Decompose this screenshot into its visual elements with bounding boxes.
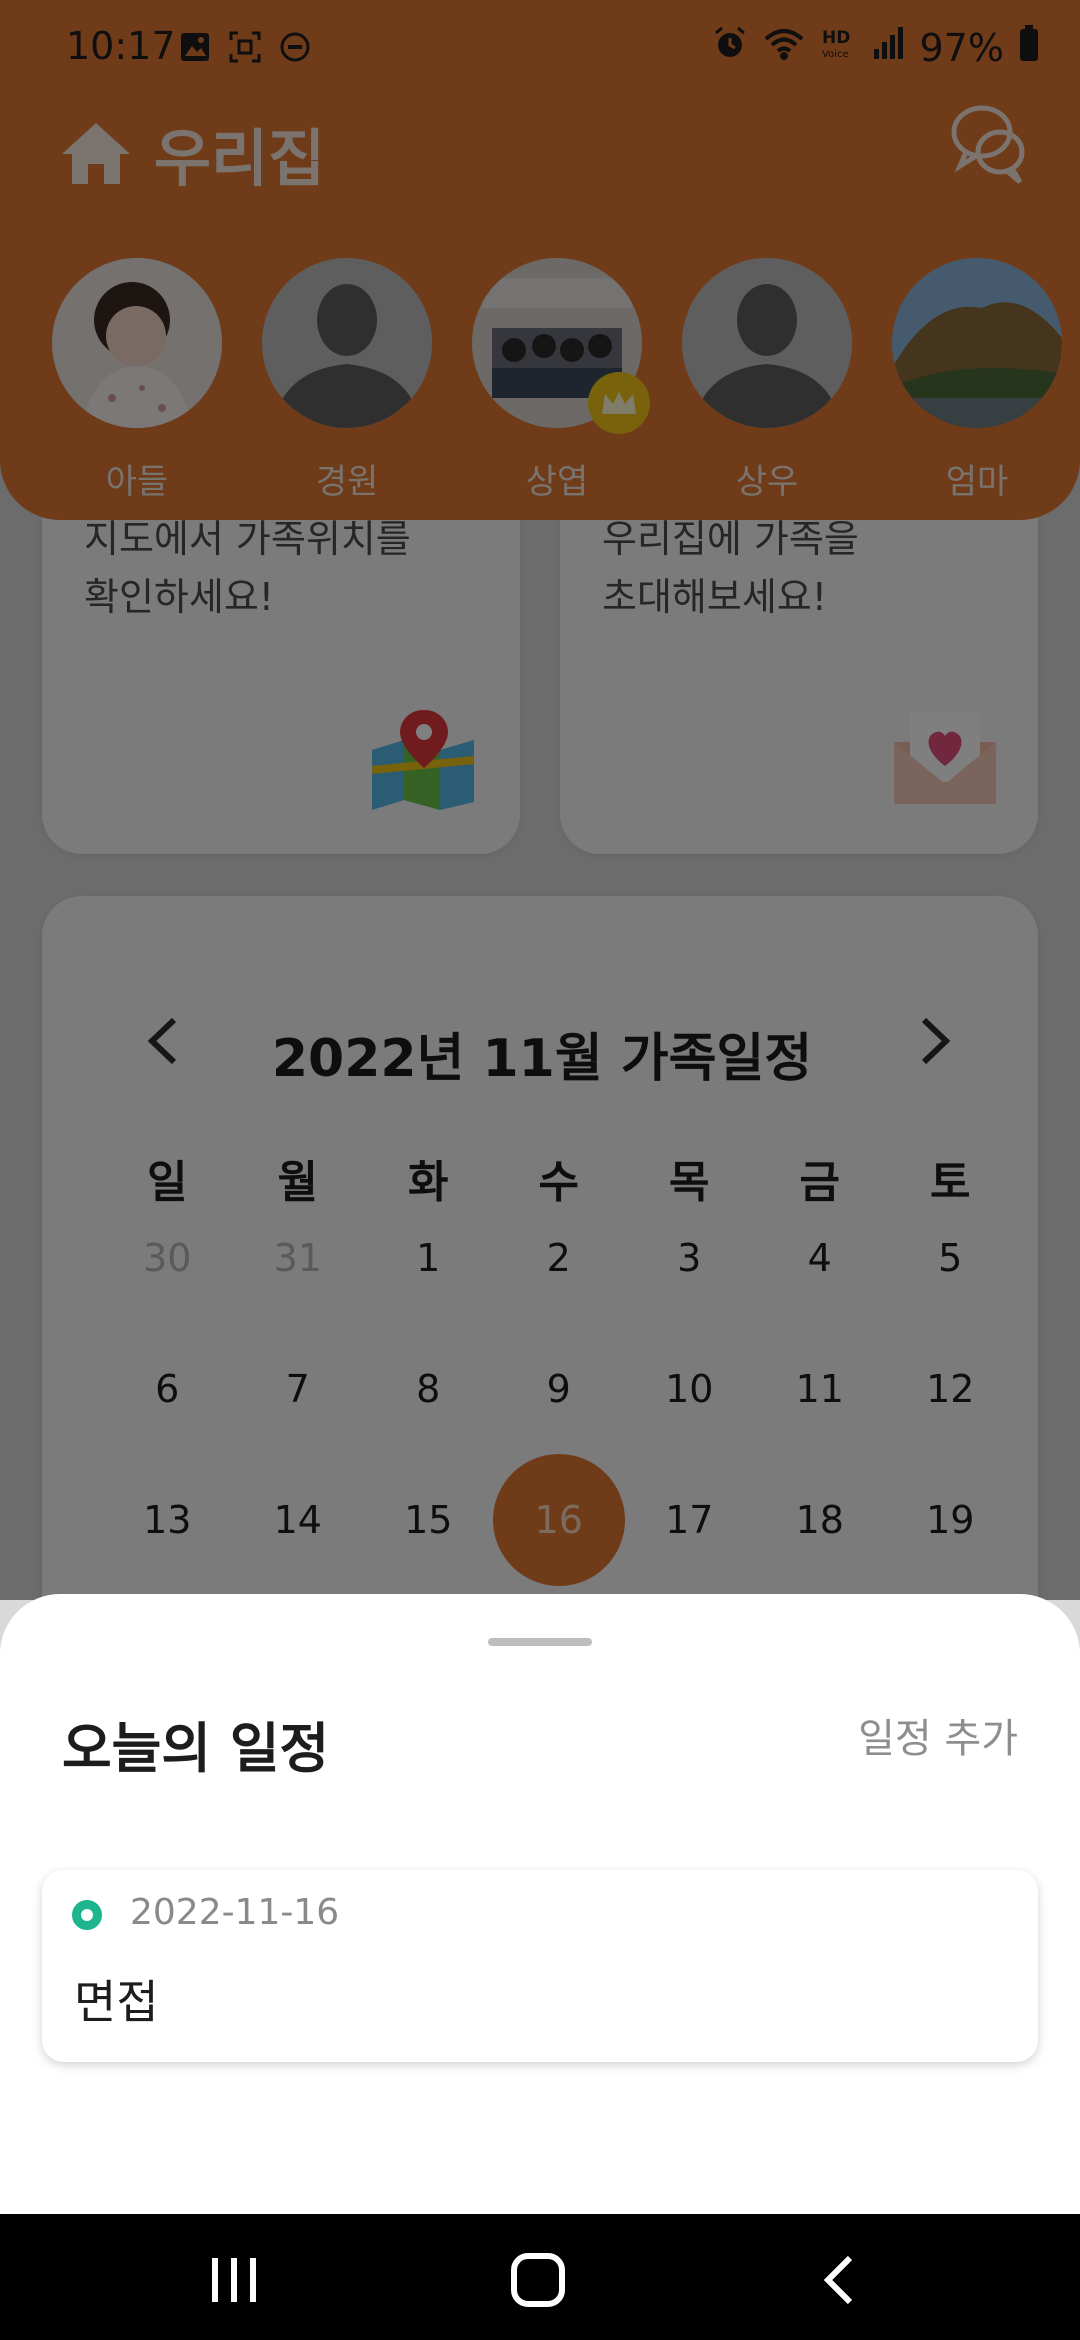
recent-apps-icon[interactable] [194,2252,274,2308]
sheet-drag-handle[interactable] [488,1638,592,1646]
system-nav-bar [0,2214,1080,2340]
sheet-title: 오늘의 일정 [62,1717,330,1780]
modal-scrim[interactable] [0,0,1080,1600]
today-schedule-sheet: 오늘의 일정 일정 추가 2022-11-16 면접 [0,1594,1080,2214]
back-icon[interactable] [800,2252,880,2308]
event-date: 2022-11-16 [130,1892,340,1933]
event-status-dot [72,1900,102,1930]
event-title: 면접 [74,1975,159,2029]
home-button-icon[interactable] [500,2252,580,2308]
add-schedule-button[interactable]: 일정 추가 [858,1706,1018,1764]
event-card[interactable]: 2022-11-16 면접 [42,1870,1038,2062]
